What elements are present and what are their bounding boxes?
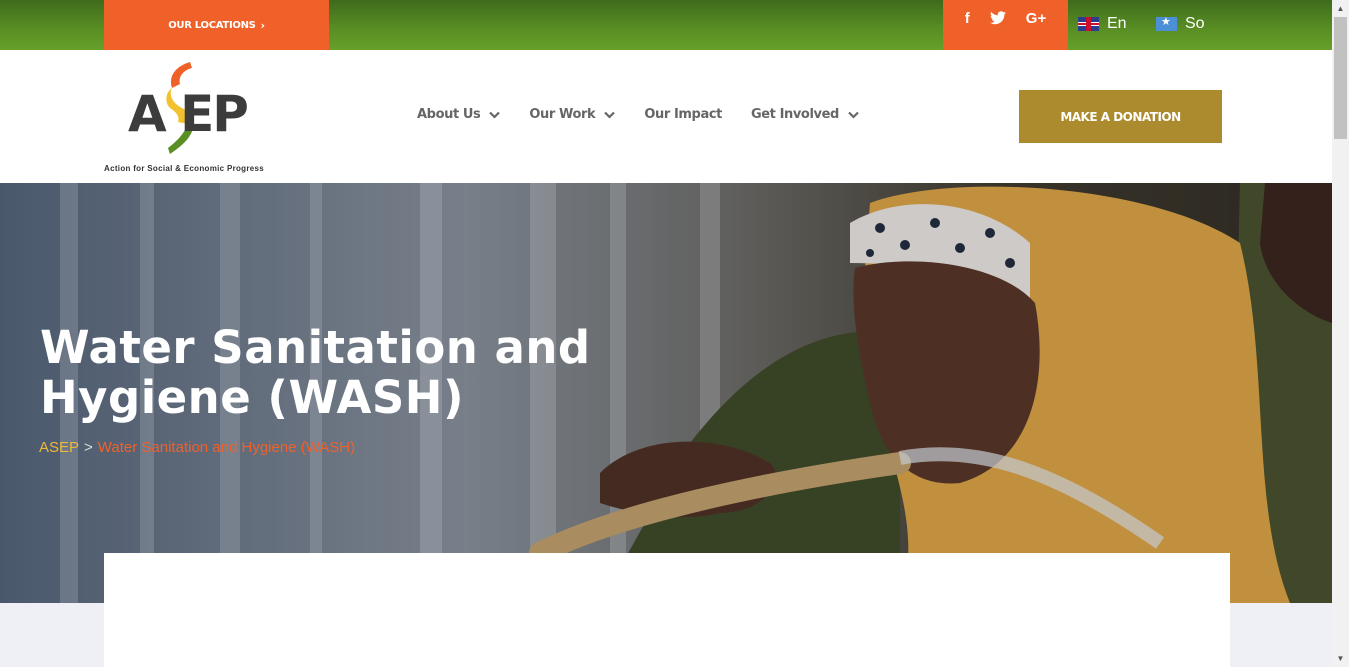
logo-tagline: Action for Social & Economic Progress (104, 164, 265, 173)
chevron-down-icon (848, 111, 859, 119)
chevron-right-icon: › (260, 18, 266, 32)
top-bar: OUR LOCATIONS › f G+ En So (0, 0, 1332, 50)
our-locations-button[interactable]: OUR LOCATIONS › (104, 0, 329, 50)
language-en-label: En (1107, 15, 1127, 32)
site-header: A EP Action for Social & Economic Progre… (0, 50, 1332, 183)
breadcrumb: ASEP > Water Sanitation and Hygiene (WAS… (39, 439, 355, 456)
nav-item-our-work[interactable]: Our Work (529, 107, 616, 122)
uk-flag-icon (1078, 17, 1099, 31)
main-nav: About Us Our Work Our Impact Get Involve… (417, 107, 859, 122)
nav-item-label: Our Work (529, 107, 596, 122)
nav-item-label: Get Involved (750, 107, 839, 122)
facebook-icon[interactable]: f (965, 11, 970, 27)
nav-item-label: Our Impact (644, 107, 722, 122)
asep-logo[interactable]: A EP Action for Social & Economic Progre… (104, 60, 284, 178)
our-locations-label: OUR LOCATIONS (168, 19, 256, 31)
google-plus-icon[interactable]: G+ (1026, 11, 1046, 27)
make-donation-button[interactable]: MAKE A DONATION (1019, 90, 1222, 143)
chevron-down-icon (489, 111, 501, 119)
somalia-flag-icon (1156, 17, 1177, 31)
twitter-icon[interactable] (989, 11, 1006, 29)
breadcrumb-current: Water Sanitation and Hygiene (WASH) (97, 439, 356, 456)
scrollbar-thumb[interactable] (1334, 17, 1347, 139)
nav-item-label: About Us (417, 107, 481, 122)
nav-item-our-impact[interactable]: Our Impact (644, 107, 722, 122)
social-links: f G+ (943, 0, 1068, 50)
page-scrollbar[interactable]: ▲ ▼ (1332, 0, 1349, 667)
language-so-label: So (1185, 15, 1205, 32)
language-so[interactable]: So (1156, 15, 1205, 33)
nav-item-about-us[interactable]: About Us (417, 107, 501, 122)
content-card (104, 553, 1230, 667)
language-en[interactable]: En (1078, 15, 1127, 33)
breadcrumb-separator: > (84, 439, 93, 456)
page-title: Water Sanitation and Hygiene (WASH) (40, 321, 591, 424)
hero-banner: Water Sanitation and Hygiene (WASH) ASEP… (0, 183, 1332, 603)
breadcrumb-home-link[interactable]: ASEP (39, 439, 79, 456)
logo-wordmark: A EP (128, 85, 249, 143)
nav-item-get-involved[interactable]: Get Involved (751, 107, 859, 122)
scroll-up-arrow-icon[interactable]: ▲ (1332, 0, 1349, 17)
chevron-down-icon (604, 111, 616, 119)
scroll-down-arrow-icon[interactable]: ▼ (1332, 650, 1349, 667)
